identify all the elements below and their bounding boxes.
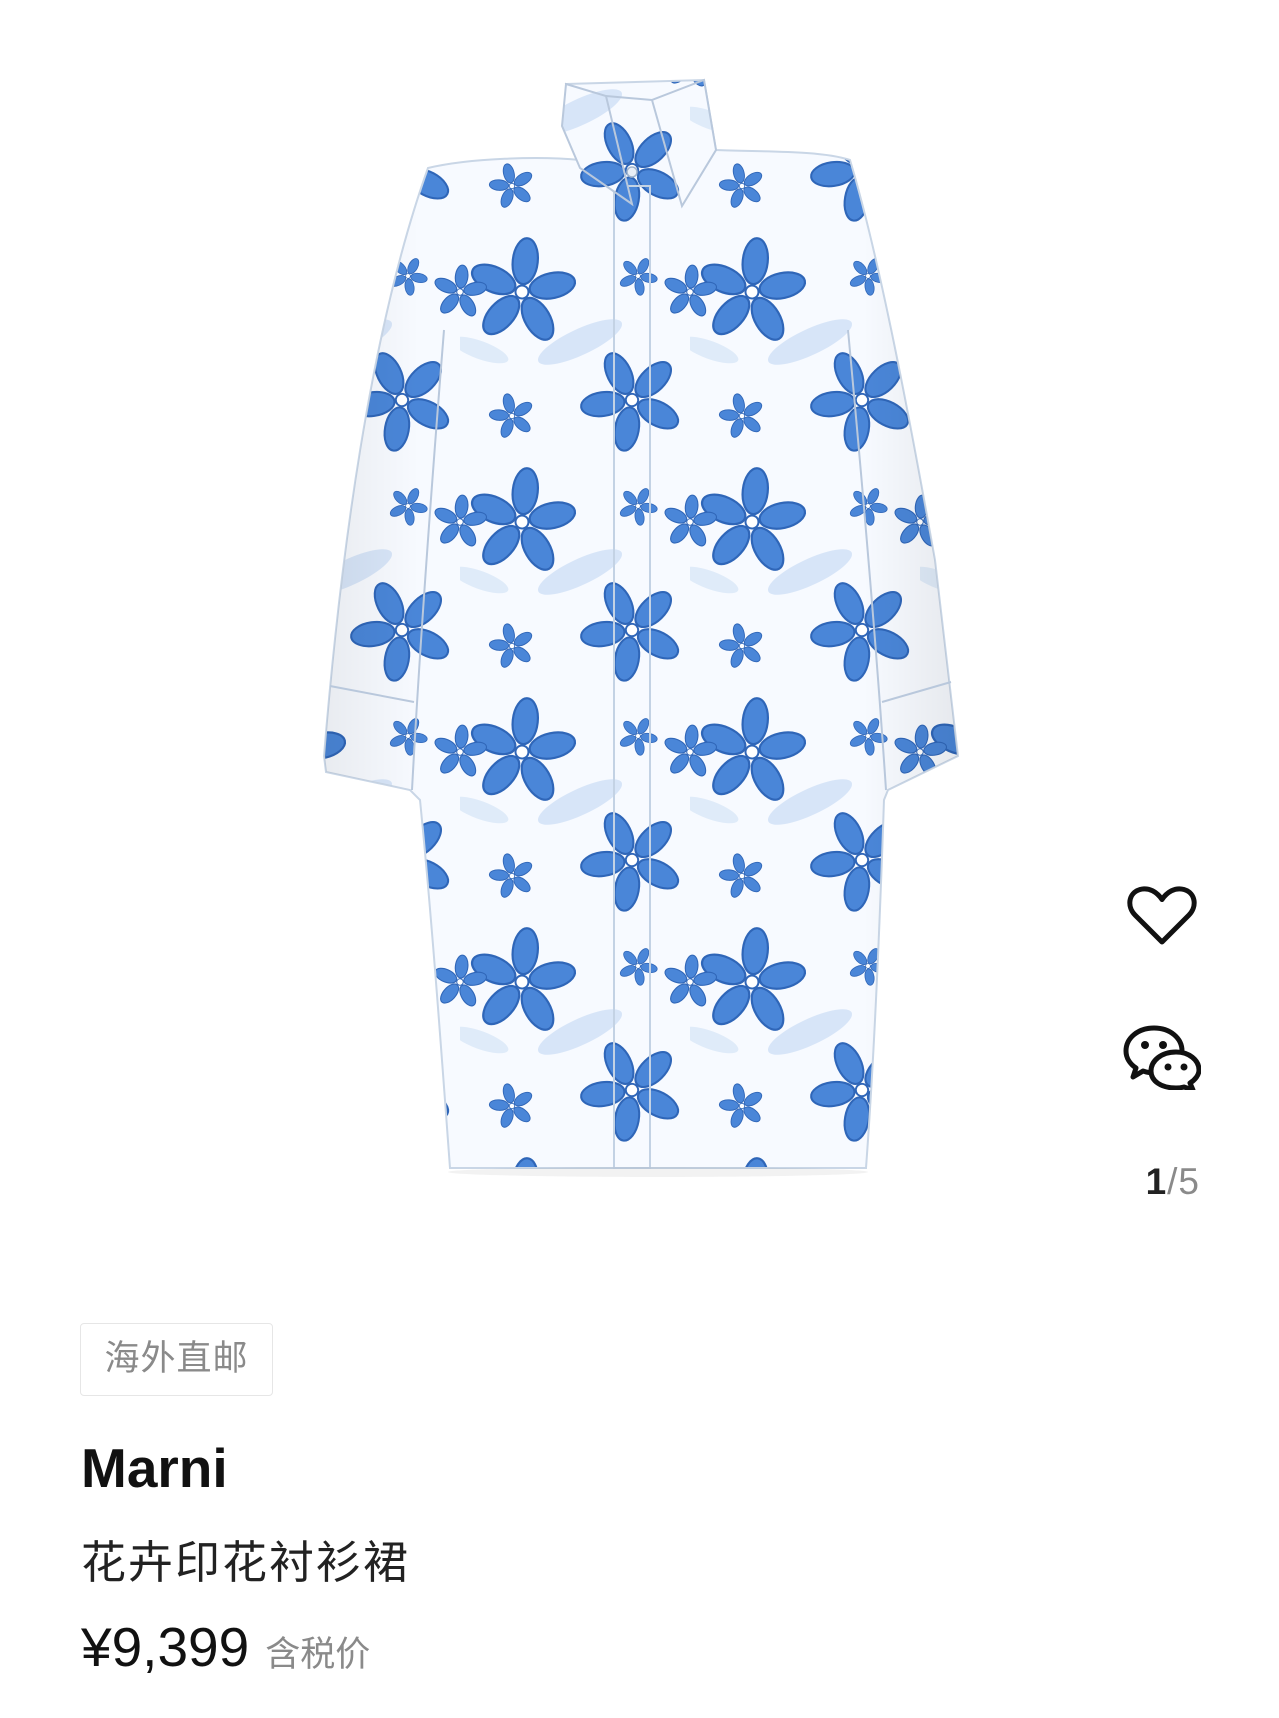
wechat-icon [1123,1025,1201,1090]
price-tax-note: 含税价 [265,1635,371,1674]
shipping-tag: 海外直邮 [80,1323,273,1396]
counter-separator: / [1167,1161,1179,1202]
dress-placket [613,166,651,1169]
hem-shadow [448,1167,868,1177]
wechat-share-button[interactable] [1123,1024,1201,1090]
price-amount: ¥9,399 [81,1616,250,1678]
price-row: ¥9,399 含税价 [81,1614,370,1680]
heart-icon [1127,886,1197,945]
product-title: 花卉印花衬衫裙 [81,1537,411,1588]
image-counter: 1/5 [1146,1160,1200,1204]
product-image[interactable] [0,0,1279,1260]
brand-name[interactable]: Marni [81,1436,228,1500]
counter-total: 5 [1178,1161,1200,1202]
favorite-button[interactable] [1126,884,1198,948]
counter-current: 1 [1145,1161,1168,1202]
product-gallery[interactable]: 1/5 [0,0,1279,1260]
